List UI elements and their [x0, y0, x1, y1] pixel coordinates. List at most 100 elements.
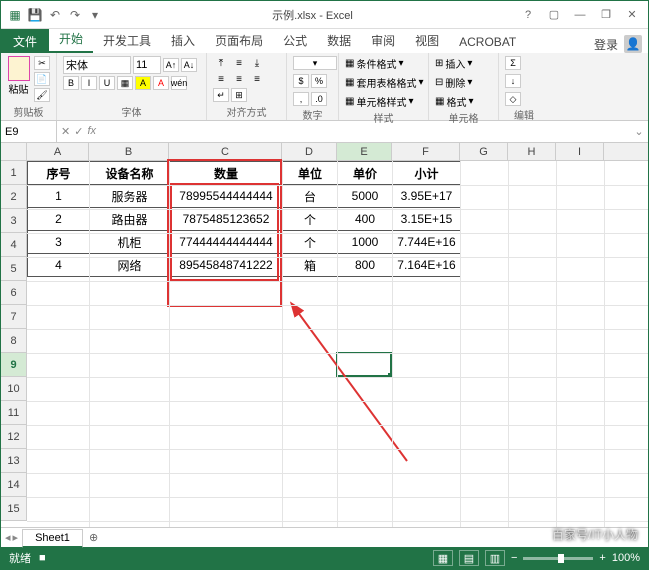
align-center-icon[interactable]: ≡ [231, 72, 247, 86]
number-format-select[interactable]: ▾ [293, 56, 337, 70]
cell-r3-c5[interactable]: 400 [338, 208, 393, 231]
sheet-nav-last-icon[interactable]: ▸ [13, 531, 19, 544]
tab-home[interactable]: 开始 [49, 26, 93, 53]
tab-page-layout[interactable]: 页面布局 [205, 28, 273, 53]
align-middle-icon[interactable]: ≡ [231, 56, 247, 70]
col-header-G[interactable]: G [460, 143, 508, 160]
sheet-nav-first-icon[interactable]: ◂ [5, 531, 11, 544]
clear-icon[interactable]: ◇ [505, 92, 521, 106]
tab-review[interactable]: 审阅 [361, 28, 405, 53]
undo-icon[interactable]: ↶ [47, 7, 63, 23]
cells-area[interactable]: 序号 设备名称 数量 单位 单价 小计 1服务器78995544444444台5… [27, 161, 648, 527]
insert-cells-button[interactable]: ⊞ 插入 ▾ [435, 56, 472, 71]
increase-font-icon[interactable]: A↑ [163, 58, 179, 72]
font-size-select[interactable] [133, 56, 161, 74]
tab-data[interactable]: 数据 [317, 28, 361, 53]
font-color-icon[interactable]: A [153, 76, 169, 90]
col-header-A[interactable]: A [27, 143, 89, 160]
format-as-table-button[interactable]: ▦ 套用表格格式 ▾ [345, 75, 423, 90]
paste-button[interactable]: 粘贴 [7, 56, 30, 96]
header-total[interactable]: 小计 [393, 162, 461, 185]
decrease-font-icon[interactable]: A↓ [181, 58, 197, 72]
header-price[interactable]: 单价 [338, 162, 393, 185]
row-header-1[interactable]: 1 [1, 161, 26, 185]
align-right-icon[interactable]: ≡ [249, 72, 265, 86]
tab-formulas[interactable]: 公式 [273, 28, 317, 53]
cell-r2-c4[interactable]: 台 [283, 185, 338, 208]
row-header-7[interactable]: 7 [1, 305, 26, 329]
sheet-tab-active[interactable]: Sheet1 [22, 529, 83, 548]
cell-r3-c6[interactable]: 3.15E+15 [393, 208, 461, 231]
fill-icon[interactable]: ↓ [505, 74, 521, 88]
tab-view[interactable]: 视图 [405, 28, 449, 53]
zoom-level[interactable]: 100% [612, 552, 640, 564]
row-header-3[interactable]: 3 [1, 209, 26, 233]
merge-icon[interactable]: ⊞ [231, 88, 247, 102]
expand-formula-icon[interactable]: ⌄ [630, 125, 648, 138]
login-link[interactable]: 登录 [594, 36, 618, 53]
delete-cells-button[interactable]: ⊟ 删除 ▾ [435, 75, 472, 90]
col-header-D[interactable]: D [282, 143, 337, 160]
save-icon[interactable]: 💾 [27, 7, 43, 23]
bold-button[interactable]: B [63, 76, 79, 90]
header-unit[interactable]: 单位 [283, 162, 338, 185]
align-top-icon[interactable]: ⤒ [213, 56, 229, 70]
row-header-15[interactable]: 15 [1, 497, 26, 521]
macro-record-icon[interactable]: ■ [39, 552, 46, 564]
phonetic-icon[interactable]: wén [171, 76, 187, 90]
col-header-C[interactable]: C [169, 143, 282, 160]
border-icon[interactable]: ▦ [117, 76, 133, 90]
add-sheet-button[interactable]: ⊕ [83, 531, 104, 544]
cell-r3-c3[interactable]: 7875485123652 [170, 208, 283, 231]
font-name-select[interactable] [63, 56, 131, 74]
tab-developer[interactable]: 开发工具 [93, 28, 161, 53]
col-header-F[interactable]: F [392, 143, 460, 160]
col-header-I[interactable]: I [556, 143, 604, 160]
underline-button[interactable]: U [99, 76, 115, 90]
percent-icon[interactable]: % [311, 74, 327, 88]
col-header-H[interactable]: H [508, 143, 556, 160]
row-header-2[interactable]: 2 [1, 185, 26, 209]
align-bottom-icon[interactable]: ⤓ [249, 56, 265, 70]
wrap-text-icon[interactable]: ↵ [213, 88, 229, 102]
avatar-icon[interactable]: 👤 [624, 35, 642, 53]
italic-button[interactable]: I [81, 76, 97, 90]
decimal-icon[interactable]: .0 [311, 92, 327, 106]
cell-r3-c2[interactable]: 路由器 [90, 208, 170, 231]
help-icon[interactable]: ? [516, 5, 540, 25]
cell-r2-c6[interactable]: 3.95E+17 [393, 185, 461, 208]
format-painter-icon[interactable]: 🖌 [34, 88, 50, 102]
enter-formula-icon[interactable]: ✓ [74, 125, 83, 138]
format-cells-button[interactable]: ▦ 格式 ▾ [435, 94, 473, 109]
tab-insert[interactable]: 插入 [161, 28, 205, 53]
row-header-12[interactable]: 12 [1, 425, 26, 449]
select-all-corner[interactable] [1, 143, 27, 161]
view-normal-icon[interactable]: ▦ [433, 550, 453, 566]
row-header-6[interactable]: 6 [1, 281, 26, 305]
tab-acrobat[interactable]: ACROBAT [449, 31, 526, 53]
close-button[interactable]: ✕ [620, 5, 644, 25]
maximize-button[interactable]: ❐ [594, 5, 618, 25]
align-left-icon[interactable]: ≡ [213, 72, 229, 86]
row-header-4[interactable]: 4 [1, 233, 26, 257]
cell-r2-c1[interactable]: 1 [28, 185, 90, 208]
zoom-out-button[interactable]: − [511, 552, 517, 564]
col-header-B[interactable]: B [89, 143, 169, 160]
currency-icon[interactable]: $ [293, 74, 309, 88]
cancel-formula-icon[interactable]: ✕ [61, 125, 70, 138]
file-tab[interactable]: 文件 [1, 29, 49, 53]
row-header-14[interactable]: 14 [1, 473, 26, 497]
header-name[interactable]: 设备名称 [90, 162, 170, 185]
comma-icon[interactable]: , [293, 92, 309, 106]
ribbon-options-icon[interactable]: ▢ [542, 5, 566, 25]
conditional-format-button[interactable]: ▦ 条件格式 ▾ [345, 56, 403, 71]
cell-r3-c4[interactable]: 个 [283, 208, 338, 231]
copy-icon[interactable]: 📄 [34, 72, 50, 86]
name-box[interactable]: E9 [1, 121, 57, 142]
row-header-9[interactable]: 9 [1, 353, 26, 377]
fill-color-icon[interactable]: A [135, 76, 151, 90]
view-break-icon[interactable]: ▥ [485, 550, 505, 566]
row-header-5[interactable]: 5 [1, 257, 26, 281]
row-header-10[interactable]: 10 [1, 377, 26, 401]
fx-icon[interactable]: fx [87, 125, 96, 138]
